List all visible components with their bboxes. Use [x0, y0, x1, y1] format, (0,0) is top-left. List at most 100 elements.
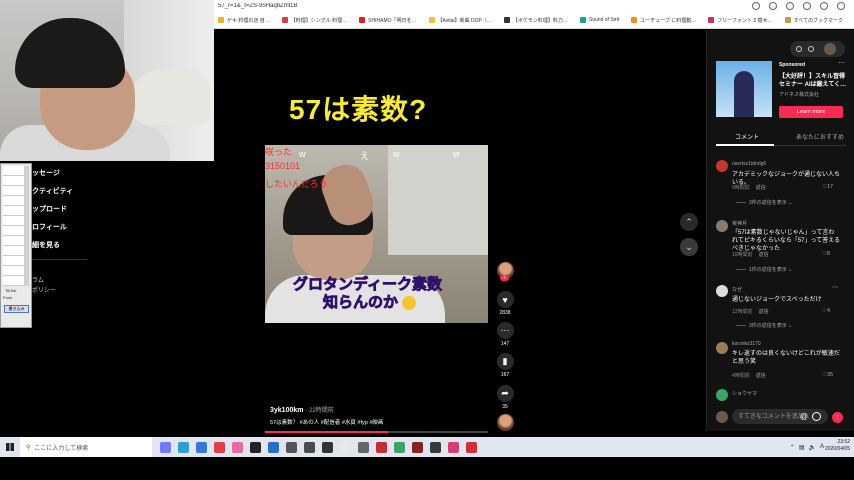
- taskbar-app-icon[interactable]: [178, 441, 189, 453]
- taskbar-app-icon[interactable]: [322, 441, 333, 453]
- comment-username[interactable]: koronks3170: [732, 341, 761, 347]
- sidebar-link-program[interactable]: ラム: [32, 275, 44, 284]
- comment-username[interactable]: なぜ: [732, 286, 742, 293]
- bookmark-item[interactable]: 【Avital】新曲 DOP（…: [428, 17, 492, 24]
- miniplayer-icon[interactable]: [808, 46, 814, 52]
- view-replies-button[interactable]: 3件の返信を表示 ⌄: [736, 322, 792, 329]
- bookmark-item[interactable]: ユーチューブ に料理動…: [631, 17, 696, 24]
- comment-username[interactable]: usertsz1tdnrlg6: [732, 161, 766, 167]
- comment-reply-button[interactable]: 返信: [756, 185, 766, 191]
- sidebar-item-more[interactable]: 細を見る: [32, 240, 60, 250]
- bookmark-item[interactable]: 【料理】シングル 料理…: [281, 17, 347, 24]
- ad-thumbnail[interactable]: [716, 61, 772, 117]
- comment-like[interactable]: ♡8: [822, 251, 830, 257]
- video-author[interactable]: 3yk100km · 22時間前: [270, 405, 334, 414]
- comment-like[interactable]: ♡17: [822, 184, 833, 190]
- mute-icon[interactable]: [796, 46, 802, 52]
- author-name[interactable]: 3yk100km: [270, 407, 303, 414]
- translate-icon[interactable]: [752, 2, 760, 10]
- sidebar-item-upload[interactable]: ップロード: [32, 204, 67, 214]
- video-progress-bar[interactable]: [265, 431, 488, 433]
- taskbar-app-icon[interactable]: [430, 441, 441, 453]
- taskbar-app-icon[interactable]: [304, 441, 315, 453]
- send-comment-button[interactable]: ↑: [832, 412, 843, 423]
- next-video-button[interactable]: ⌄: [680, 238, 698, 256]
- volume-icon[interactable]: 🔈: [809, 444, 816, 451]
- profile-icon[interactable]: [820, 2, 828, 10]
- share-button[interactable]: ➦ 35: [496, 385, 514, 410]
- comment-like-count: 8: [826, 251, 830, 257]
- comment-button[interactable]: ⋯ 147: [496, 322, 514, 347]
- comment-like[interactable]: ♡35: [822, 372, 833, 378]
- taskbar-search[interactable]: ⚲ ここに入力して検索: [20, 437, 152, 457]
- bookmark-item[interactable]: Sound of Smt: [579, 17, 619, 23]
- address-bar[interactable]: 57_r=1&_t=ZS-95HaqbZml1B: [214, 0, 854, 12]
- taskbar-app-icon[interactable]: [340, 441, 351, 453]
- music-disc-button[interactable]: [496, 414, 514, 431]
- taskbar-app-icon[interactable]: [196, 441, 207, 453]
- comment-reply-button[interactable]: 返信: [759, 252, 769, 258]
- taskbar-app-icon[interactable]: [214, 441, 225, 453]
- comment-reply-button[interactable]: 返信: [756, 373, 766, 379]
- comment-avatar[interactable]: [716, 220, 728, 232]
- comment-meta: 12時間前 返信: [732, 308, 769, 315]
- comment-reply-button[interactable]: 返信: [759, 309, 769, 315]
- tab-recommended[interactable]: あなたにおすすめ: [796, 132, 844, 141]
- comment-more-icon[interactable]: ⋯: [832, 284, 838, 291]
- start-button[interactable]: [0, 437, 20, 457]
- follow-plus-icon[interactable]: +: [500, 275, 509, 281]
- previous-video-button[interactable]: ⌃: [680, 213, 698, 231]
- comment-avatar[interactable]: [716, 342, 728, 354]
- user-avatar[interactable]: [824, 43, 836, 55]
- tab-comments[interactable]: コメント: [735, 132, 759, 141]
- taskbar-app-icon[interactable]: [412, 441, 423, 453]
- menu-icon[interactable]: [837, 2, 845, 10]
- taskbar-app-icon[interactable]: [232, 441, 243, 453]
- ad-more-icon[interactable]: ⋯: [838, 59, 845, 67]
- write-button[interactable]: 書き込み: [4, 305, 29, 313]
- ad-learn-more-button[interactable]: Learn more: [779, 106, 843, 118]
- emoji-icon[interactable]: [812, 412, 821, 421]
- taskbar-app-icon[interactable]: [250, 441, 261, 453]
- comment-username[interactable]: 夜神月: [732, 220, 747, 227]
- taskbar-app-icon[interactable]: [286, 441, 297, 453]
- comment-like[interactable]: ♡4: [822, 308, 830, 314]
- save-button[interactable]: ▮ 167: [496, 353, 514, 378]
- taskbar-app-icon[interactable]: [448, 441, 459, 453]
- taskbar-app-icon[interactable]: [160, 441, 171, 453]
- comment-avatar[interactable]: [716, 389, 728, 401]
- bookmark-item[interactable]: フリーフォント 2 樹木…: [708, 17, 773, 24]
- sidebar-link-policy[interactable]: ポリシー: [32, 285, 56, 294]
- like-button[interactable]: ♥ 2838: [496, 291, 514, 316]
- taskbar-app-icon[interactable]: [268, 441, 279, 453]
- spreadsheet-grid[interactable]: [3, 166, 25, 286]
- bookmark-item[interactable]: 【ボケモン料理】料力…: [503, 17, 568, 24]
- sidebar-item-profile[interactable]: ロフィール: [32, 222, 67, 232]
- zoom-icon[interactable]: [769, 2, 777, 10]
- chevron-down-icon: ⌄: [685, 241, 693, 252]
- ime-language[interactable]: A: [820, 444, 824, 450]
- taskbar-app-icon[interactable]: [358, 441, 369, 453]
- comment-avatar[interactable]: [716, 285, 728, 297]
- ad-title[interactable]: 【大好評！】スキル習得セミナー AIは鍛えてく…: [779, 73, 847, 89]
- bookmark-star-icon[interactable]: [786, 2, 794, 10]
- comment-meta: 9時間前 返信: [732, 184, 766, 191]
- view-replies-button[interactable]: 1件の返信を表示 ⌄: [736, 266, 792, 273]
- extensions-icon[interactable]: [803, 2, 811, 10]
- taskbar-app-icon[interactable]: [394, 441, 405, 453]
- view-replies-button[interactable]: 3件の返信を表示 ⌄: [736, 199, 792, 206]
- taskbar-clock[interactable]: 23:52 2020/04/05: [825, 439, 850, 453]
- bookmark-item[interactable]: ゲキ 料理の店 自…: [218, 17, 270, 24]
- comment-avatar[interactable]: [716, 160, 728, 172]
- taskbar-app-icon[interactable]: [466, 441, 477, 453]
- sidebar-item-messages[interactable]: ッセージ: [32, 168, 60, 178]
- comment-username[interactable]: ショウヤマ: [732, 390, 757, 397]
- bookmark-item[interactable]: SHIHAMO「明日を…: [359, 17, 417, 24]
- spreadsheet-scrollbar[interactable]: [24, 166, 29, 286]
- chevron-up-icon[interactable]: ⌃: [790, 444, 795, 451]
- taskbar-app-icon[interactable]: [376, 441, 387, 453]
- mention-icon[interactable]: @: [800, 412, 808, 421]
- bookmark-item[interactable]: すべてのブックマーク: [784, 17, 843, 24]
- sidebar-item-activity[interactable]: クティビティ: [32, 186, 73, 196]
- network-icon[interactable]: ▤: [799, 444, 805, 451]
